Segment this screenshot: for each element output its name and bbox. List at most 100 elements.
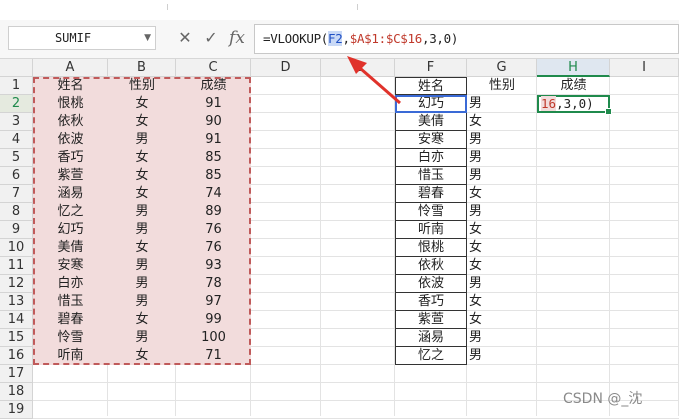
lookup-header-cell[interactable]: 姓名 [395,77,467,95]
chevron-down-icon[interactable]: ▼ [144,27,151,49]
lookup-gender-cell[interactable]: 男 [467,149,537,167]
lookup-gender-cell[interactable]: 女 [467,293,537,311]
lookup-name-cell[interactable]: 听南 [395,221,467,239]
lookup-name-cell[interactable]: 怜雪 [395,203,467,221]
lookup-name-cell[interactable]: 碧春 [395,185,467,203]
column-header-a[interactable]: A [33,59,108,77]
row-header-9[interactable]: 9 [0,221,33,239]
range-data-cell[interactable]: 91 [176,131,251,149]
spreadsheet-grid[interactable]: A B C D E F G H I 1 2 3 4 5 6 7 8 9 10 11 12 13 14 15 16 17 18 19 姓名… [0,59,679,419]
row-header-19[interactable]: 19 [0,401,33,419]
range-data-cell[interactable]: 听南 [33,347,108,365]
lookup-name-cell[interactable]: 依秋 [395,257,467,275]
range-data-cell[interactable]: 女 [108,149,176,167]
range-data-cell[interactable]: 怜雪 [33,329,108,347]
lookup-gender-cell[interactable]: 男 [467,95,537,113]
range-data-cell[interactable]: 安寒 [33,257,108,275]
range-data-cell[interactable]: 89 [176,203,251,221]
lookup-gender-cell[interactable]: 女 [467,239,537,257]
range-data-cell[interactable]: 男 [108,293,176,311]
lookup-gender-cell[interactable]: 女 [467,257,537,275]
row-header-15[interactable]: 15 [0,329,33,347]
range-data-cell[interactable]: 76 [176,221,251,239]
row-header-14[interactable]: 14 [0,311,33,329]
range-data-cell[interactable]: 85 [176,149,251,167]
fill-handle[interactable] [605,108,612,115]
lookup-name-cell[interactable]: 涵易 [395,329,467,347]
range-data-cell[interactable]: 97 [176,293,251,311]
function-icon[interactable]: fx [226,26,248,50]
range-data-cell[interactable]: 惜玉 [33,293,108,311]
lookup-gender-cell[interactable]: 女 [467,221,537,239]
lookup-name-cell[interactable]: 香巧 [395,293,467,311]
lookup-name-cell[interactable]: 恨桃 [395,239,467,257]
range-data-cell[interactable]: 依波 [33,131,108,149]
column-header-e[interactable]: E [321,59,395,77]
select-all-corner[interactable] [0,59,33,77]
lookup-gender-cell[interactable]: 男 [467,131,537,149]
lookup-name-cell[interactable]: 依波 [395,275,467,293]
lookup-name-cell[interactable]: 幻巧 [395,95,467,113]
lookup-header-cell[interactable]: 性别 [467,77,537,95]
range-data-cell[interactable]: 女 [108,185,176,203]
column-header-b[interactable]: B [108,59,176,77]
range-data-cell[interactable]: 恨桃 [33,95,108,113]
row-header-5[interactable]: 5 [0,149,33,167]
row-header-7[interactable]: 7 [0,185,33,203]
range-data-cell[interactable]: 男 [108,221,176,239]
row-header-2[interactable]: 2 [0,95,33,113]
range-data-cell[interactable]: 男 [108,329,176,347]
range-data-cell[interactable]: 碧春 [33,311,108,329]
name-box[interactable]: SUMIF ▼ [8,26,156,50]
range-header-cell[interactable]: 性别 [108,77,176,95]
row-header-13[interactable]: 13 [0,293,33,311]
range-data-cell[interactable]: 100 [176,329,251,347]
lookup-gender-cell[interactable]: 男 [467,275,537,293]
lookup-gender-cell[interactable]: 女 [467,311,537,329]
lookup-name-cell[interactable]: 紫萱 [395,311,467,329]
row-header-6[interactable]: 6 [0,167,33,185]
active-cell-h2[interactable]: 16,3,0) [537,95,612,115]
row-header-12[interactable]: 12 [0,275,33,293]
range-data-cell[interactable]: 93 [176,257,251,275]
range-data-cell[interactable]: 依秋 [33,113,108,131]
row-header-3[interactable]: 3 [0,113,33,131]
lookup-name-cell[interactable]: 美倩 [395,113,467,131]
lookup-name-cell[interactable]: 白亦 [395,149,467,167]
range-data-cell[interactable]: 女 [108,167,176,185]
range-data-cell[interactable]: 女 [108,311,176,329]
lookup-gender-cell[interactable]: 男 [467,203,537,221]
row-header-4[interactable]: 4 [0,131,33,149]
formula-input[interactable]: =VLOOKUP(F2,$A$1:$C$16,3,0) [254,24,679,54]
range-data-cell[interactable]: 忆之 [33,203,108,221]
row-header-11[interactable]: 11 [0,257,33,275]
range-data-cell[interactable]: 74 [176,185,251,203]
range-data-cell[interactable]: 90 [176,113,251,131]
column-header-d[interactable]: D [251,59,321,77]
column-header-f[interactable]: F [395,59,467,77]
lookup-name-cell[interactable]: 忆之 [395,347,467,365]
column-header-c[interactable]: C [176,59,251,77]
lookup-name-cell[interactable]: 安寒 [395,131,467,149]
range-data-cell[interactable]: 香巧 [33,149,108,167]
range-data-cell[interactable]: 涵易 [33,185,108,203]
range-data-cell[interactable]: 女 [108,239,176,257]
row-header-8[interactable]: 8 [0,203,33,221]
enter-icon[interactable]: ✓ [200,26,222,50]
column-header-g[interactable]: G [467,59,537,77]
range-data-cell[interactable]: 85 [176,167,251,185]
range-data-cell[interactable]: 男 [108,257,176,275]
column-header-i[interactable]: I [610,59,679,77]
range-data-cell[interactable]: 幻巧 [33,221,108,239]
lookup-gender-cell[interactable]: 男 [467,347,537,365]
range-data-cell[interactable]: 男 [108,203,176,221]
row-header-16[interactable]: 16 [0,347,33,365]
row-header-10[interactable]: 10 [0,239,33,257]
range-data-cell[interactable]: 男 [108,275,176,293]
range-data-cell[interactable]: 男 [108,131,176,149]
lookup-name-cell[interactable]: 惜玉 [395,167,467,185]
range-data-cell[interactable]: 91 [176,95,251,113]
range-data-cell[interactable]: 76 [176,239,251,257]
lookup-header-cell[interactable]: 成绩 [537,77,610,95]
range-data-cell[interactable]: 女 [108,347,176,365]
